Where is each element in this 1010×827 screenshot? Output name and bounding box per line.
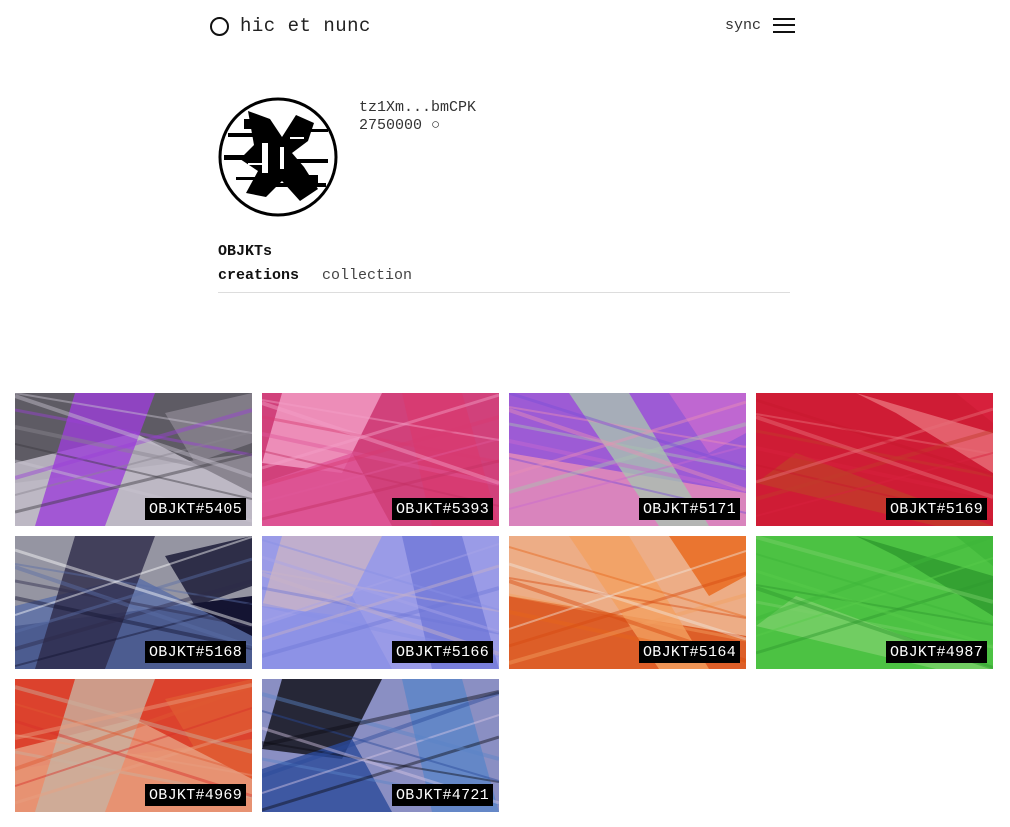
hamburger-menu-icon[interactable] [773,17,795,34]
objkt-label: OBJKT#5169 [885,498,987,520]
menu-line [773,31,795,33]
tab-creations[interactable]: creations [218,267,299,284]
objkt-label: OBJKT#5164 [638,641,740,663]
objkt-label: OBJKT#5405 [144,498,246,520]
menu-line [773,18,795,20]
objkt-card[interactable]: OBJKT#5393 [262,393,499,526]
objkt-label: OBJKT#4969 [144,784,246,806]
avatar-glitch-image [218,97,338,217]
logo-circle-icon[interactable] [210,17,229,36]
objkt-label: OBJKT#5393 [391,498,493,520]
objkt-label: OBJKT#5166 [391,641,493,663]
sync-button[interactable]: sync [725,17,761,34]
tab-bar: creations collection [218,267,412,284]
balance-amount: 2750000 ○ [359,117,441,134]
site-logo-text[interactable]: hic et nunc [240,15,371,37]
avatar [218,97,338,217]
objkt-card[interactable]: OBJKT#5166 [262,536,499,669]
objkt-card[interactable]: OBJKT#5164 [509,536,746,669]
objkt-card[interactable]: OBJKT#5169 [756,393,993,526]
objkt-card[interactable]: OBJKT#4721 [262,679,499,812]
objkt-card[interactable]: OBJKT#5171 [509,393,746,526]
objkt-label: OBJKT#4721 [391,784,493,806]
menu-line [773,24,795,26]
objkt-card[interactable]: OBJKT#4987 [756,536,993,669]
objkt-label: OBJKT#4987 [885,641,987,663]
divider [218,292,790,293]
objkt-label: OBJKT#5168 [144,641,246,663]
objkt-card[interactable]: OBJKT#5168 [15,536,252,669]
objkt-grid: OBJKT#5405 OBJKT#5393 OBJKT#5171 OBJKT#5… [15,393,995,812]
objkt-card[interactable]: OBJKT#5405 [15,393,252,526]
objkt-label: OBJKT#5171 [638,498,740,520]
section-title: OBJKTs [218,243,273,260]
top-navbar: hic et nunc sync [0,0,1010,56]
objkt-card[interactable]: OBJKT#4969 [15,679,252,812]
wallet-address[interactable]: tz1Xm...bmCPK [359,99,476,117]
tab-collection[interactable]: collection [322,267,412,284]
